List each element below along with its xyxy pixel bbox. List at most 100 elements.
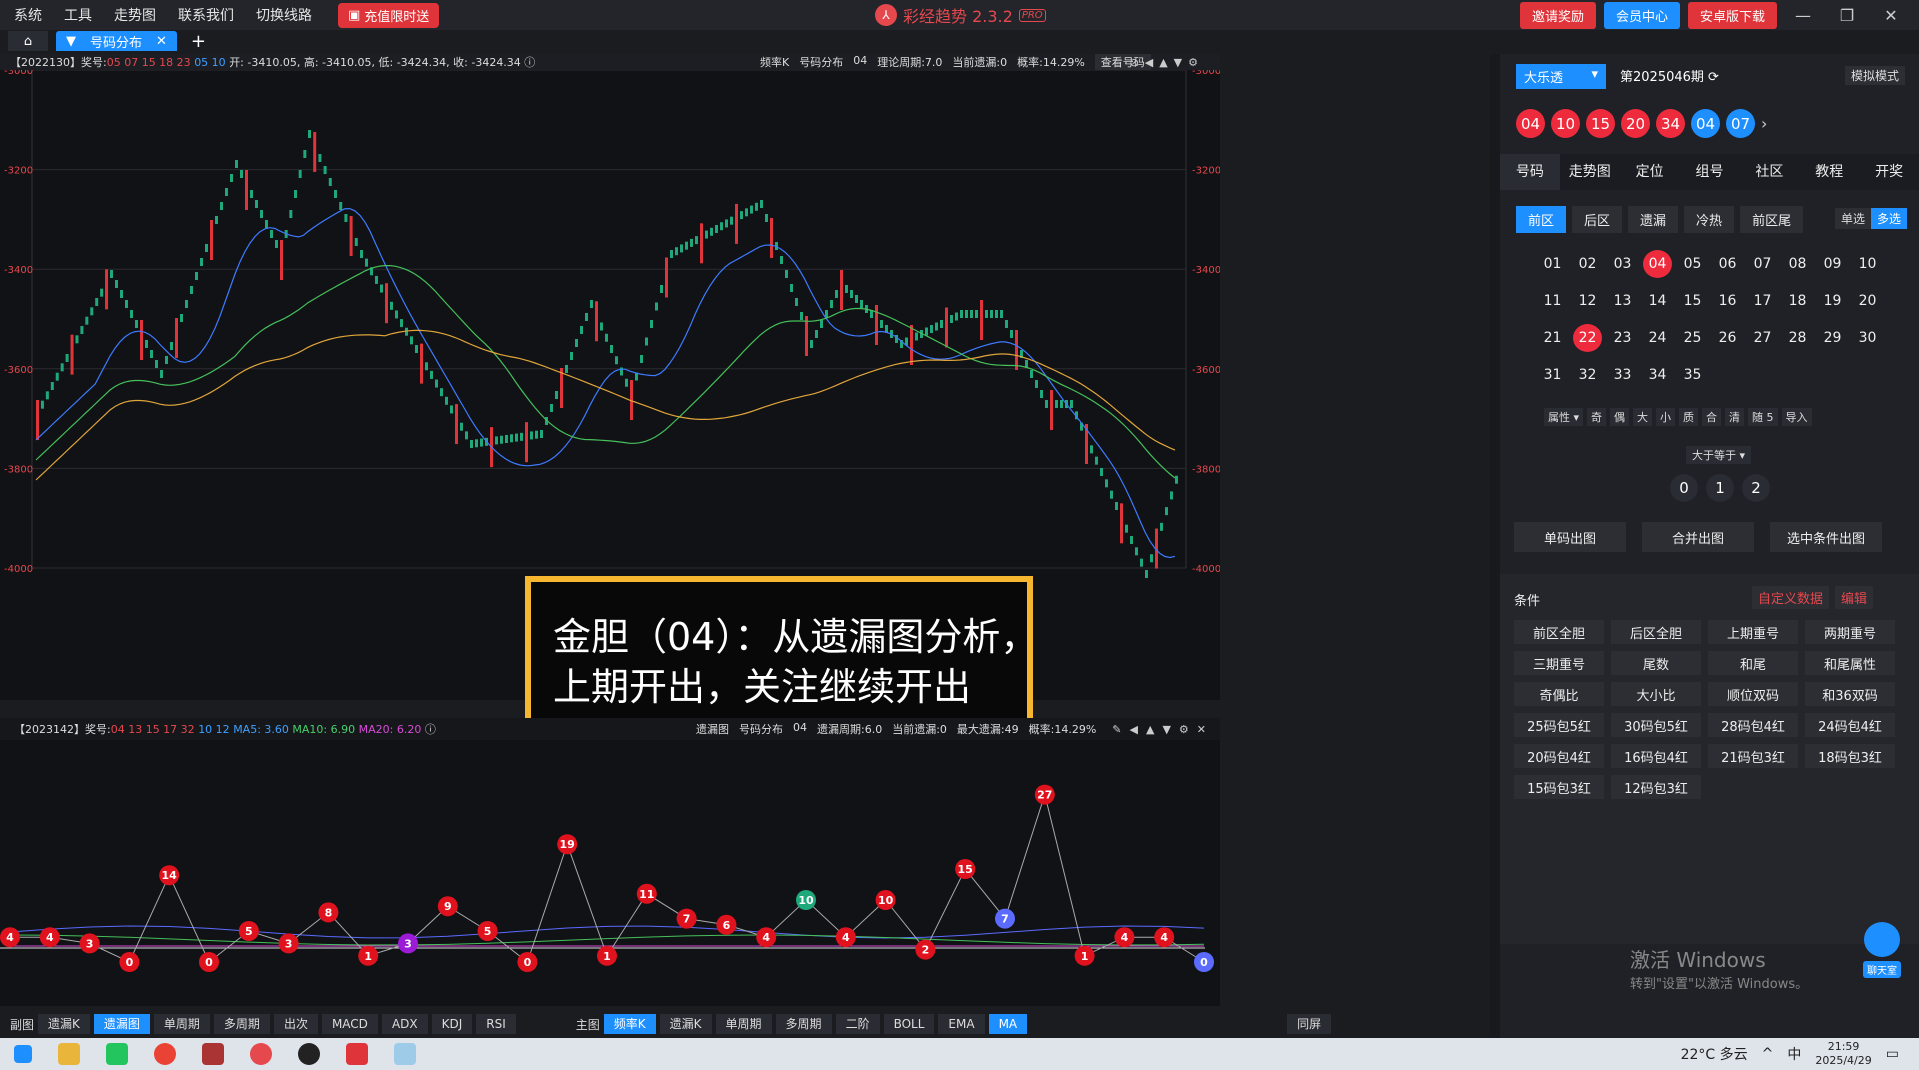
minimize-icon[interactable]: — [1785,6,1821,25]
number-cell[interactable]: 08 [1783,250,1812,278]
condition-button[interactable]: 顺位双码 [1708,682,1798,706]
lottery-select[interactable]: 大乐透 ▾ [1516,64,1606,89]
number-cell[interactable]: 25 [1678,324,1707,352]
number-cell[interactable]: 09 [1818,250,1847,278]
multi-select-button[interactable]: 多选 [1870,208,1907,229]
lottery-app-icon[interactable] [250,1043,272,1065]
condition-button[interactable]: 和36双码 [1805,682,1895,706]
pin-icon[interactable]: ✎ [1112,723,1121,736]
menu-system[interactable]: 系统 [14,5,42,25]
close-icon[interactable]: ✕ [1873,6,1909,25]
number-cell[interactable]: 06 [1713,250,1742,278]
number-cell[interactable]: 20 [1853,287,1882,315]
main-btn-boll[interactable]: BOLL [883,1014,935,1034]
count-0[interactable]: 0 [1670,474,1698,502]
custom-data-button[interactable]: 自定义数据 [1752,586,1830,609]
number-cell[interactable]: 15 [1678,287,1707,315]
nav-numbers[interactable]: 号码 [1500,154,1560,190]
number-cell[interactable]: 13 [1608,287,1637,315]
refresh-icon[interactable]: ⟳ [1708,70,1719,85]
condition-button[interactable]: 和尾属性 [1805,651,1895,675]
number-cell[interactable]: 31 [1538,361,1567,389]
attr-import[interactable]: 导入 [1781,408,1812,426]
attr-even[interactable]: 偶 [1610,408,1630,426]
qq-icon[interactable] [298,1043,320,1065]
tab-close-icon[interactable]: ✕ [156,34,167,49]
number-cell[interactable]: 28 [1783,324,1812,352]
add-tab-icon[interactable]: + [191,31,206,52]
condition-button[interactable]: 奇偶比 [1514,682,1604,706]
main-btn-freq-k[interactable]: 频率K [603,1014,656,1034]
sync-screen-button[interactable]: 同屏 [1287,1014,1332,1034]
number-cell[interactable]: 30 [1853,324,1882,352]
wechat-icon[interactable] [106,1043,128,1065]
number-cell[interactable]: 12 [1573,287,1602,315]
condition-button[interactable]: 30码包5红 [1611,713,1701,737]
filter-hotcold[interactable]: 冷热 [1684,206,1735,233]
settings-icon[interactable]: ⚙ [1188,56,1198,69]
tab-dropdown-icon[interactable]: ▼ [66,34,76,49]
pen-icon[interactable]: ⊘ [1130,56,1139,69]
menu-tools[interactable]: 工具 [64,5,92,25]
sub-btn-rsi[interactable]: RSI [476,1014,516,1034]
main-btn-second[interactable]: 二阶 [835,1014,880,1034]
condition-button[interactable]: 大小比 [1611,682,1701,706]
single-select-button[interactable]: 单选 [1834,208,1871,229]
main-btn-ma[interactable]: MA [988,1014,1028,1034]
sub-btn-count[interactable]: 出次 [273,1014,318,1034]
down-icon-2[interactable]: ▼ [1162,723,1170,736]
number-cell[interactable]: 32 [1573,361,1602,389]
condition-button[interactable]: 20码包4红 [1514,744,1604,768]
sub-btn-macd[interactable]: MACD [321,1014,378,1034]
chevron-up-icon[interactable]: ^ [1762,1046,1774,1062]
close-chart-icon[interactable]: ✕ [1197,723,1206,736]
nav-trend[interactable]: 走势图 [1560,154,1620,190]
number-cell[interactable]: 16 [1713,287,1742,315]
sub-btn-kdj[interactable]: KDJ [431,1014,473,1034]
condition-button[interactable]: 前区全胆 [1514,620,1604,644]
main-btn-multi[interactable]: 多周期 [775,1014,832,1034]
condition-button[interactable]: 25码包5红 [1514,713,1604,737]
wps-icon[interactable] [346,1043,368,1065]
help-icon-2[interactable]: ⓘ [421,721,436,737]
android-download-button[interactable]: 安卓版下载 [1687,2,1777,29]
number-cell[interactable]: 29 [1818,324,1847,352]
chrome-icon[interactable] [154,1043,176,1065]
number-cell[interactable]: 07 [1748,250,1777,278]
number-cell[interactable]: 18 [1783,287,1812,315]
attr-big[interactable]: 大 [1633,408,1653,426]
condition-chart-button[interactable]: 选中条件出图 [1770,522,1882,552]
condition-button[interactable]: 24码包4红 [1805,713,1895,737]
condition-button[interactable]: 28码包4红 [1708,713,1798,737]
sub-btn-single[interactable]: 单周期 [153,1014,210,1034]
app-icon[interactable] [202,1043,224,1065]
nav-draw[interactable]: 开奖 [1859,154,1919,190]
restore-icon[interactable]: ❐ [1829,6,1865,25]
down-icon[interactable]: ▼ [1174,56,1182,69]
number-cell[interactable]: 04 [1643,250,1672,278]
attr-clear[interactable]: 清 [1725,408,1745,426]
number-cell[interactable]: 24 [1643,324,1672,352]
sub-btn-miss-chart[interactable]: 遗漏图 [93,1014,150,1034]
home-icon[interactable]: ⌂ [8,31,48,51]
count-2[interactable]: 2 [1742,474,1770,502]
nav-position[interactable]: 定位 [1620,154,1680,190]
main-btn-single[interactable]: 单周期 [715,1014,772,1034]
number-cell[interactable]: 34 [1643,361,1672,389]
filter-front[interactable]: 前区 [1516,206,1567,233]
number-cell[interactable]: 22 [1573,324,1602,352]
sub-btn-multi[interactable]: 多周期 [213,1014,270,1034]
attr-composite[interactable]: 合 [1702,408,1722,426]
number-cell[interactable]: 01 [1538,250,1567,278]
sub-btn-miss-k[interactable]: 遗漏K [38,1014,90,1034]
number-cell[interactable]: 26 [1713,324,1742,352]
menu-contact[interactable]: 联系我们 [178,5,234,25]
chevron-right-icon[interactable]: › [1761,109,1767,138]
nav-group[interactable]: 组号 [1680,154,1740,190]
nav-tutorial[interactable]: 教程 [1799,154,1859,190]
count-1[interactable]: 1 [1706,474,1734,502]
condition-button[interactable]: 尾数 [1611,651,1701,675]
settings-icon-2[interactable]: ⚙ [1179,723,1189,736]
tab-number-distribution[interactable]: ▼ 号码分布 ✕ [56,31,177,51]
number-cell[interactable]: 23 [1608,324,1637,352]
